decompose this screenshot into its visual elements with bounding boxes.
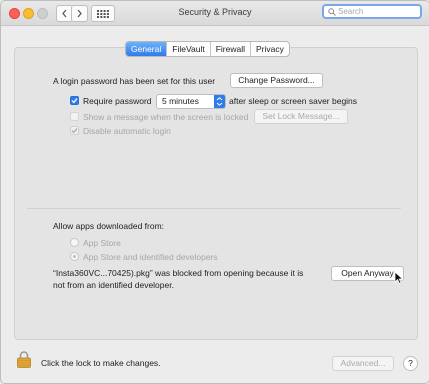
tab-general[interactable]: General [126,42,168,56]
advanced-button[interactable]: Advanced... [332,356,394,371]
mouse-cursor-icon [394,271,404,285]
set-lock-message-button[interactable]: Set Lock Message... [254,109,348,124]
section-divider [27,208,401,209]
require-password-value: 5 minutes [162,96,199,106]
search-field[interactable] [322,4,422,19]
radio-app-store[interactable] [70,238,79,247]
tab-bar: General FileVault Firewall Privacy [125,41,290,57]
lock-message: Click the lock to make changes. [41,358,161,368]
change-password-button[interactable]: Change Password... [230,73,323,88]
search-input[interactable] [336,7,418,16]
chevron-up-down-icon [216,97,223,106]
allow-apps-heading: Allow apps downloaded from: [53,221,165,231]
disable-auto-login-label: Disable automatic login [83,126,171,136]
blocked-message-line2: not from an identified developer. [53,280,174,290]
content-panel [14,47,418,340]
search-icon [328,7,336,16]
help-button[interactable]: ? [403,356,418,371]
title-bar: Security & Privacy [1,1,429,26]
checkmark-icon [71,98,78,104]
show-message-label: Show a message when the screen is locked [83,112,249,122]
disable-auto-login-checkbox[interactable] [70,126,79,135]
tab-privacy[interactable]: Privacy [251,42,289,56]
blocked-message-line1: “Insta360VC...70425).pkg” was blocked fr… [53,268,304,278]
require-password-label: Require password [83,96,152,106]
checkmark-icon [71,128,78,134]
lock-icon[interactable] [17,351,31,368]
login-password-text: A login password has been set for this u… [53,76,216,86]
require-password-checkbox[interactable] [70,96,79,105]
radio-identified-developers-label: App Store and identified developers [83,252,218,262]
tab-filevault[interactable]: FileVault [167,42,211,56]
select-stepper [214,95,225,108]
after-sleep-text: after sleep or screen saver begins [229,96,358,106]
radio-identified-developers[interactable] [70,252,79,261]
tab-firewall[interactable]: Firewall [211,42,251,56]
security-privacy-window: Security & Privacy General FileVault Fir… [0,0,429,384]
require-password-select[interactable]: 5 minutes [156,94,226,109]
radio-app-store-label: App Store [83,238,121,248]
show-message-checkbox[interactable] [70,112,79,121]
